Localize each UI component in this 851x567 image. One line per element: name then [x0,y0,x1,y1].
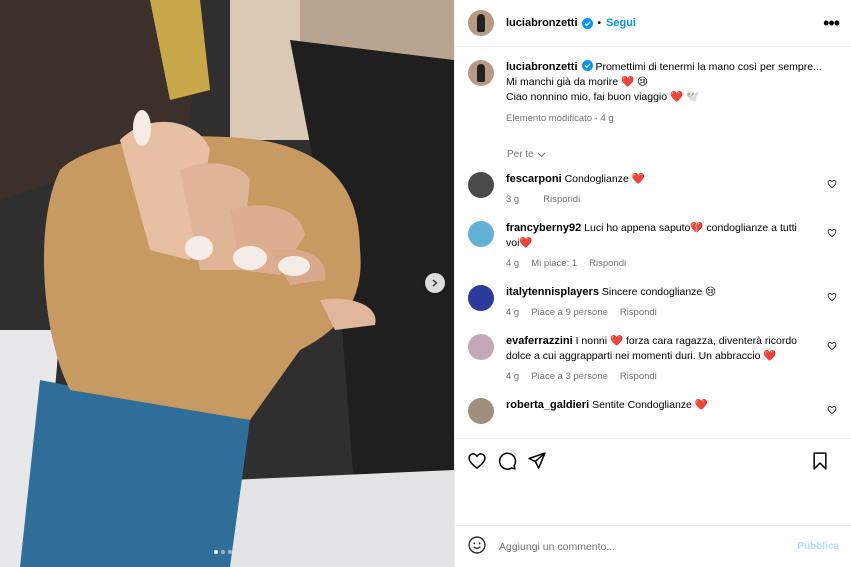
sort-label: Per te [507,149,534,160]
post-sidebar: luciabronzetti • Segui ••• luciabronzett… [454,0,851,567]
commenter-avatar[interactable] [468,334,494,360]
comment-item: roberta_galdieri Sentite Condoglianze ❤️ [468,398,837,433]
heart-icon[interactable] [467,451,487,471]
chevron-right-icon [432,279,438,287]
post-header: luciabronzetti • Segui ••• [455,0,851,47]
heart-icon[interactable] [827,292,837,305]
caption-line: Promettimi di tenermi la mano così per s… [595,61,822,73]
caption-line: Ciao nonnino mio, fai buon viaggio ❤️ 🕊️ [506,91,700,103]
comment-item: fescarponi Condoglianze ❤️ 3 g Rispondi [468,172,837,207]
caption-line: Mi manchi già da morire ❤️ 😢 [506,76,648,88]
comment-likes[interactable]: Piace a 9 persone [531,307,608,318]
comment-likes[interactable]: Piace a 3 persone [531,371,608,382]
comment-time: 4 g [506,258,520,269]
post-image[interactable] [0,0,454,567]
commenter-username[interactable]: francyberny92 [506,222,581,234]
comment-icon[interactable] [497,451,517,471]
carousel-dot [228,550,232,554]
comment-meta: 3 g Rispondi [506,192,801,207]
commenter-avatar[interactable] [468,172,494,198]
publish-button[interactable]: Pubblica [797,541,839,552]
caption-username[interactable]: luciabronzetti [506,61,578,73]
comment-meta: 4 g Mi piace: 1 Rispondi [506,256,801,271]
hands-photo [0,0,454,567]
commenter-username[interactable]: italytennisplayers [506,286,599,298]
author-username[interactable]: luciabronzetti [506,17,578,29]
chevron-down-icon [537,152,546,157]
carousel-next-button[interactable] [425,273,445,293]
comment-time: 3 g [506,194,520,205]
heart-icon[interactable] [827,341,837,354]
comment-meta: 4 g Piace a 3 persone Rispondi [506,369,801,384]
post-dialog: luciabronzetti • Segui ••• luciabronzett… [0,0,851,567]
reply-button[interactable]: Rispondi [620,371,657,382]
separator-dot: • [597,17,602,29]
send-icon[interactable] [527,451,547,471]
comment-thread: fescarponi Condoglianze ❤️ 3 g Rispondi fra… [468,172,837,433]
comment-time: 4 g [506,307,520,318]
comment-text: Condoglianze ❤️ [564,173,645,185]
author-avatar[interactable] [468,10,494,36]
verified-badge-icon [581,60,593,71]
comments-list[interactable]: luciabronzetti Promettimi di tenermi la … [455,47,851,438]
sort-comments-button[interactable]: Per te [507,149,837,160]
likes-area [455,482,851,525]
emoji-icon[interactable] [467,535,487,558]
more-options-icon[interactable]: ••• [823,14,840,32]
carousel-dot [221,550,225,554]
comment-item: italytennisplayers Sincere condoglianze … [468,285,837,320]
bookmark-icon[interactable] [811,451,829,471]
comment-input[interactable] [499,540,798,553]
comment-meta [506,418,801,433]
commenter-avatar[interactable] [468,398,494,424]
verified-badge-icon [581,17,593,29]
commenter-avatar[interactable] [468,221,494,247]
comment-text: Sentite Condoglianze ❤️ [592,399,708,411]
comment-item: evaferrazzini I nonni ❤️ forza cara raga… [468,334,837,384]
follow-button[interactable]: Segui [606,17,636,29]
heart-icon[interactable] [827,179,837,192]
commenter-username[interactable]: roberta_galdieri [506,399,589,411]
reply-button[interactable]: Rispondi [620,307,657,318]
carousel-indicator [214,550,232,554]
post-caption: luciabronzetti Promettimi di tenermi la … [468,60,837,126]
comment-meta: 4 g Piace a 9 persone Rispondi [506,305,801,320]
commenter-avatar[interactable] [468,285,494,311]
caption-meta: Elemento modificato · 4 g [506,113,614,124]
comment-text: Sincere condoglianze 😢 [601,286,717,298]
comment-item: francyberny92 Luci ho appena saputo💔 con… [468,221,837,271]
commenter-username[interactable]: evaferrazzini [506,335,573,347]
heart-icon[interactable] [827,228,837,241]
reply-button[interactable]: Rispondi [543,194,580,205]
add-comment-bar: Pubblica [455,525,851,567]
comment-likes[interactable]: Mi piace: 1 [531,258,577,269]
action-bar [455,438,851,482]
reply-button[interactable]: Rispondi [589,258,626,269]
commenter-username[interactable]: fescarponi [506,173,562,185]
author-avatar[interactable] [468,60,494,86]
carousel-dot [214,550,218,554]
heart-icon[interactable] [827,405,837,418]
comment-time: 4 g [506,371,520,382]
